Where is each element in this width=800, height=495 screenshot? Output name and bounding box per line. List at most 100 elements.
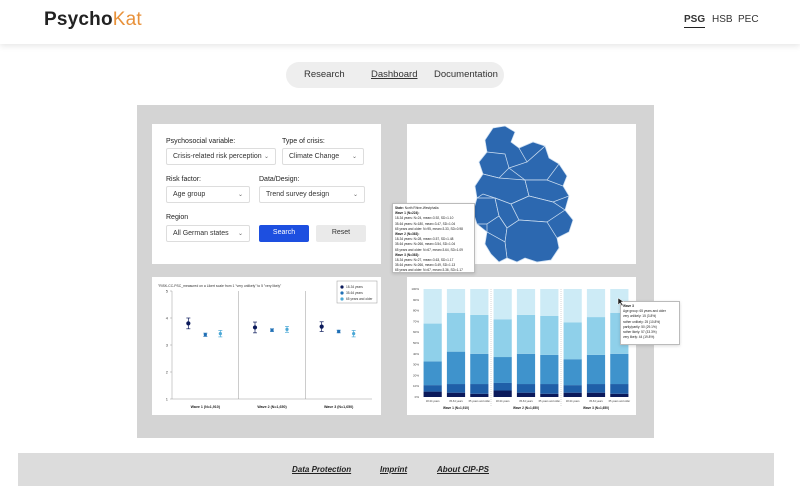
scatter-card: "RISK-CC-PSC_measured on a Likert scale …: [152, 277, 381, 415]
brand-logo[interactable]: PsychoKat: [44, 9, 142, 31]
psychosocial-label: Psychosocial variable:: [166, 138, 236, 145]
reset-button[interactable]: Reset: [316, 225, 366, 242]
bar-segment: [423, 391, 442, 397]
brand-part1: Psycho: [44, 9, 113, 30]
psychosocial-select[interactable]: Crisis-related risk perception ⌄: [166, 148, 276, 165]
bar-segment: [563, 385, 582, 393]
legend-label: 65 years and older: [346, 297, 373, 301]
tooltip-state: North Rhine-Westphalia: [404, 206, 439, 210]
bar-segment: [563, 359, 582, 386]
bar-segment: [470, 314, 489, 354]
bar-segment: [610, 393, 629, 397]
tooltip-line: 65 years and older: N=67, mean=3.36, SD=…: [395, 268, 463, 273]
y-tick-label: 1: [166, 396, 169, 401]
bar-segment: [423, 289, 442, 324]
y-tick-label: 20%: [413, 373, 419, 377]
y-tick-label: 70%: [413, 319, 419, 323]
chevron-down-icon: ⌄: [237, 231, 243, 237]
legend-marker: [340, 297, 344, 301]
y-tick-label: 10%: [413, 384, 419, 388]
main-nav: Research Dashboard Documentation: [286, 62, 504, 88]
x-tick-label: 35-64 years: [589, 399, 603, 403]
project-link-hsb[interactable]: HSB: [712, 14, 733, 25]
map-tooltip: State: North Rhine-Westphalia Wave 1 (N=…: [392, 203, 475, 273]
data-design-label: Data/Design:: [259, 176, 300, 183]
crisis-select[interactable]: Climate Change ⌄: [282, 148, 364, 165]
x-tick-label: 18-34 years: [426, 399, 440, 403]
bar-segment: [470, 289, 489, 315]
crisis-value: Climate Change: [289, 153, 340, 160]
stacked-bar-card: 0% 10% 20% 30% 40% 50% 60% 70% 80% 90% 100% Wave 1 …: [407, 277, 680, 415]
bar-segment: [540, 384, 559, 394]
footer-about-link[interactable]: About CIP-PS: [437, 465, 489, 474]
project-link-pec[interactable]: PEC: [738, 14, 759, 25]
bar-segment: [610, 384, 629, 394]
x-tick-label: 35-64 years: [449, 399, 463, 403]
bar-segment: [586, 392, 606, 397]
bar-segment: [516, 289, 536, 315]
nav-documentation[interactable]: Documentation: [434, 69, 498, 80]
bar-segment: [446, 351, 466, 385]
y-tick-label: 30%: [413, 363, 419, 367]
nav-dashboard[interactable]: Dashboard: [371, 69, 417, 80]
filter-card: Psychosocial variable: Crisis-related ri…: [152, 124, 381, 264]
bar-segment: [493, 289, 512, 320]
x-tick-label: Wave 3 (N=1,650): [324, 405, 354, 409]
legend-marker: [340, 291, 344, 295]
stacked-bar-chart[interactable]: 0% 10% 20% 30% 40% 50% 60% 70% 80% 90% 100% Wave 1 …: [407, 277, 636, 415]
bar-segment: [540, 354, 559, 385]
crisis-label: Type of crisis:: [282, 138, 325, 145]
x-tick-label: Wave 1 (N=1,910): [191, 405, 221, 409]
data-point: [186, 321, 191, 326]
x-tick-label: 18-34 years: [496, 399, 510, 403]
data-design-select[interactable]: Trend survey design ⌄: [259, 186, 365, 203]
brand-part2: Kat: [112, 9, 142, 30]
bar-segment: [586, 289, 606, 318]
data-point: [218, 332, 222, 336]
y-tick-label: 90%: [413, 298, 419, 302]
project-link-psg[interactable]: PSG: [684, 14, 706, 28]
x-tick-label: 18-34 years: [566, 399, 580, 403]
bar-segment: [423, 385, 442, 392]
top-bar: PsychoKat PSG HSB PEC: [0, 0, 800, 44]
bar-segment: [446, 392, 466, 397]
y-tick-label: 3: [166, 342, 169, 347]
nav-research[interactable]: Research: [304, 69, 345, 80]
y-tick-label: 50%: [413, 341, 419, 345]
bar-segment: [563, 289, 582, 323]
data-point: [270, 328, 274, 332]
legend-label: 18-34 years: [346, 285, 363, 289]
risk-factor-select[interactable]: Age group ⌄: [166, 186, 250, 203]
region-select[interactable]: All German states ⌄: [166, 225, 250, 242]
bar-segment: [610, 353, 629, 385]
x-tick-label: Wave 2 (N=1,650): [257, 405, 287, 409]
bar-tooltip-line: very likely: 44 (19.8%): [623, 335, 655, 340]
data-point: [352, 332, 356, 336]
chevron-down-icon: ⌄: [352, 192, 358, 198]
search-button[interactable]: Search: [259, 225, 309, 242]
bar-segment: [446, 384, 466, 393]
scatter-chart[interactable]: "RISK-CC-PSC_measured on a Likert scale …: [152, 277, 381, 415]
bar-segment: [516, 353, 536, 385]
x-tick-label: 35-64 years: [519, 399, 533, 403]
group-label: Wave 2 (N=1,650): [513, 406, 539, 410]
bar-segment: [540, 316, 559, 355]
footer-imprint-link[interactable]: Imprint: [380, 465, 407, 474]
chevron-down-icon: ⌄: [351, 154, 357, 160]
legend-label: 35-64 years: [346, 291, 363, 295]
bar-segment: [586, 317, 606, 355]
y-tick-label: 60%: [413, 330, 419, 334]
y-tick-label: 0%: [415, 395, 420, 399]
bar-segment: [446, 289, 466, 313]
chevron-down-icon: ⌄: [237, 192, 243, 198]
footer-data-protection-link[interactable]: Data Protection: [292, 465, 351, 474]
bar-segment: [586, 354, 606, 385]
bar-segment: [516, 392, 536, 397]
data-point: [203, 333, 207, 337]
bar-segment: [446, 312, 466, 352]
bar-segment: [493, 382, 512, 391]
bar-segment: [493, 319, 512, 358]
bar-segment: [493, 357, 512, 383]
risk-factor-value: Age group: [173, 191, 206, 198]
legend-marker: [340, 285, 344, 289]
